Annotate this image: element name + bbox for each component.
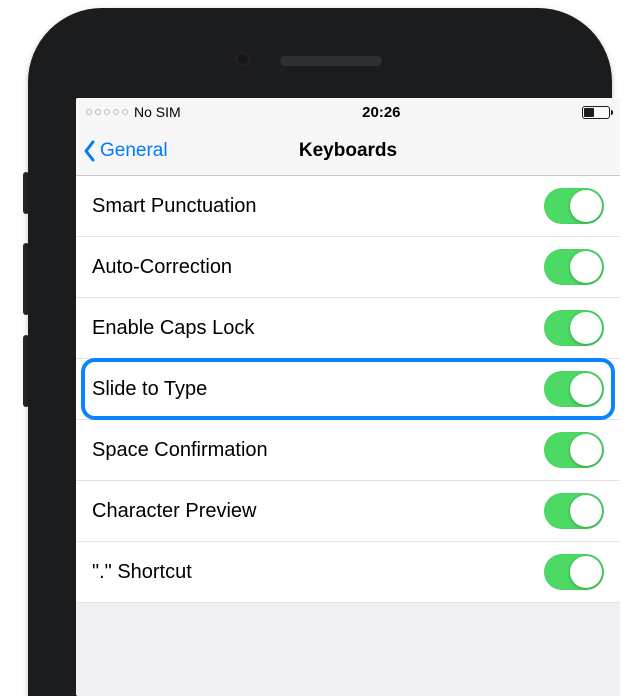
row-label: Auto-Correction	[92, 256, 232, 279]
status-bar: No SIM 20:26	[76, 98, 620, 126]
row-character-preview: Character Preview	[76, 481, 620, 542]
phone-speaker	[280, 56, 382, 66]
phone-frame: No SIM 20:26 General Keyboards Smart Pun…	[28, 8, 612, 696]
chevron-left-icon	[82, 139, 96, 163]
row-period-shortcut: "." Shortcut	[76, 542, 620, 603]
row-label: "." Shortcut	[92, 561, 192, 584]
battery-icon	[582, 106, 610, 119]
status-time: 20:26	[362, 104, 400, 121]
toggle-auto-correction[interactable]	[544, 249, 604, 285]
phone-screen: No SIM 20:26 General Keyboards Smart Pun…	[76, 98, 620, 696]
toggle-smart-punctuation[interactable]	[544, 188, 604, 224]
row-smart-punctuation: Smart Punctuation	[76, 176, 620, 237]
row-label: Character Preview	[92, 500, 257, 523]
signal-dots-icon	[86, 109, 128, 115]
nav-bar: General Keyboards	[76, 126, 620, 176]
row-space-confirmation: Space Confirmation	[76, 420, 620, 481]
row-auto-correction: Auto-Correction	[76, 237, 620, 298]
row-label: Enable Caps Lock	[92, 317, 254, 340]
row-label: Smart Punctuation	[92, 195, 257, 218]
row-slide-to-type: Slide to Type	[76, 359, 620, 420]
status-left: No SIM	[86, 104, 181, 120]
row-label: Slide to Type	[92, 378, 207, 401]
toggle-enable-caps-lock[interactable]	[544, 310, 604, 346]
phone-camera	[236, 52, 250, 66]
toggle-character-preview[interactable]	[544, 493, 604, 529]
row-label: Space Confirmation	[92, 439, 268, 462]
back-button[interactable]: General	[82, 126, 168, 175]
page-title: Keyboards	[299, 140, 397, 162]
row-enable-caps-lock: Enable Caps Lock	[76, 298, 620, 359]
toggle-period-shortcut[interactable]	[544, 554, 604, 590]
back-label: General	[100, 140, 168, 162]
toggle-slide-to-type[interactable]	[544, 371, 604, 407]
toggle-space-confirmation[interactable]	[544, 432, 604, 468]
carrier-label: No SIM	[134, 104, 181, 120]
settings-list: Smart Punctuation Auto-Correction Enable…	[76, 176, 620, 603]
